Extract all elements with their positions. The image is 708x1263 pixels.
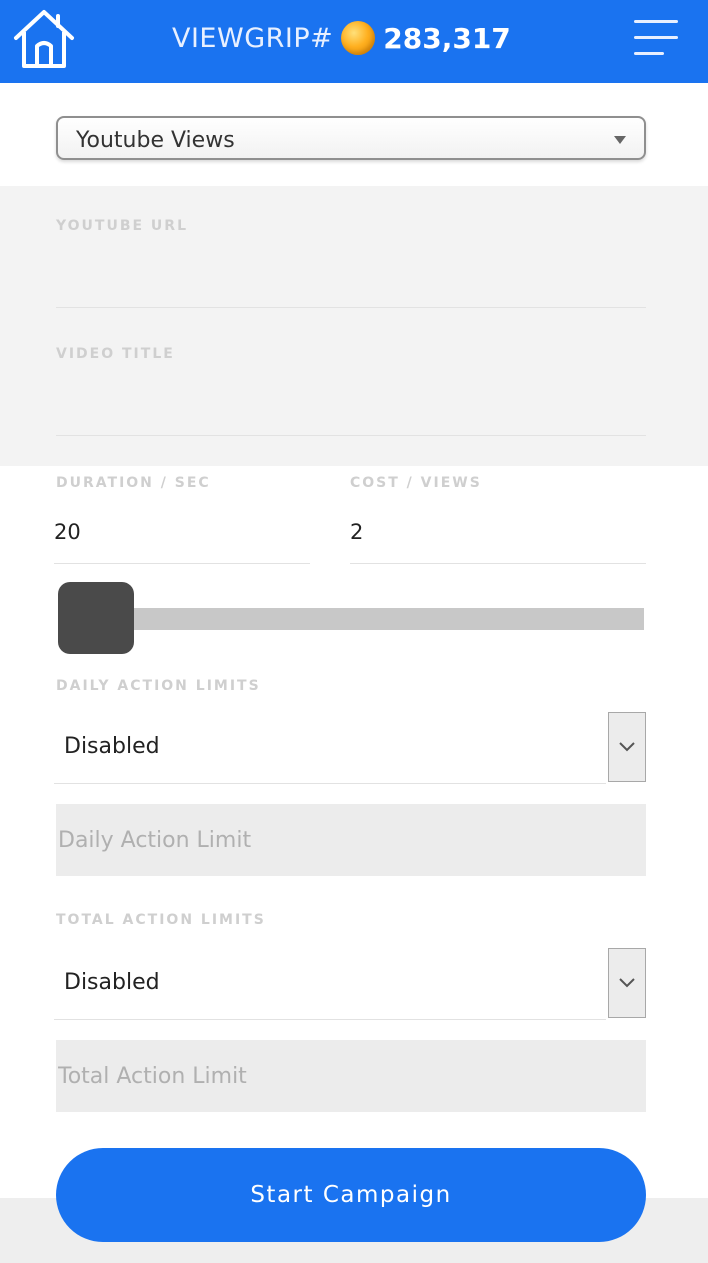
- daily-action-limit-input[interactable]: [56, 804, 646, 876]
- total-action-limit-input[interactable]: [56, 1040, 646, 1112]
- service-type-value: Youtube Views: [76, 128, 235, 153]
- chevron-down-icon[interactable]: [608, 712, 646, 782]
- daily-limits-value: Disabled: [64, 734, 160, 759]
- total-limits-select[interactable]: Disabled: [54, 948, 646, 1020]
- top-app-bar: VIEWGRIP# 283,317: [0, 0, 708, 83]
- hamburger-menu-button[interactable]: [632, 16, 680, 60]
- home-button[interactable]: [10, 6, 78, 70]
- chevron-down-icon[interactable]: [608, 948, 646, 1018]
- daily-limits-select[interactable]: Disabled: [54, 712, 646, 784]
- slider-track: [116, 608, 644, 630]
- video-title-input[interactable]: [56, 386, 646, 436]
- video-title-label: VIDEO TITLE: [56, 346, 175, 362]
- cost-label: COST / VIEWS: [350, 475, 482, 491]
- home-icon: [14, 10, 74, 68]
- coin-balance: 283,317: [383, 21, 511, 55]
- brand-name: VIEWGRIP#: [172, 22, 334, 54]
- duration-input[interactable]: [54, 500, 310, 564]
- dropdown-arrow-icon: [614, 136, 626, 144]
- cost-input[interactable]: [350, 500, 646, 564]
- gold-coin-icon: [341, 21, 376, 55]
- slider-thumb[interactable]: [58, 582, 134, 654]
- start-campaign-button[interactable]: Start Campaign: [56, 1148, 646, 1242]
- brand-balance: VIEWGRIP# 283,317: [172, 20, 511, 56]
- youtube-url-input[interactable]: [56, 258, 646, 308]
- service-type-select[interactable]: Youtube Views: [56, 116, 646, 160]
- youtube-url-label: YOUTUBE URL: [56, 218, 189, 234]
- duration-slider[interactable]: [56, 580, 646, 656]
- duration-label: DURATION / SEC: [56, 475, 211, 491]
- daily-limits-label: DAILY ACTION LIMITS: [56, 678, 261, 694]
- total-limits-label: TOTAL ACTION LIMITS: [56, 912, 266, 928]
- total-limits-value: Disabled: [64, 970, 160, 995]
